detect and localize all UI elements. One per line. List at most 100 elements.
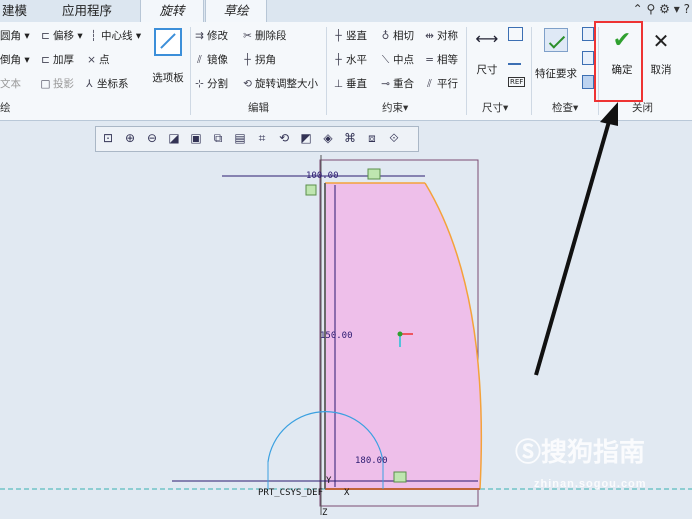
perimeter-button[interactable] [508, 27, 523, 44]
perpendicular-icon: ⊥ [333, 78, 344, 90]
mirror-button[interactable]: ⫽ 镜像 [194, 52, 228, 67]
chamfer-button[interactable]: 倒角 ▾ [0, 52, 30, 67]
divide-button[interactable]: ⊹ 分割 [194, 76, 228, 91]
mirror-icon: ⫽ [197, 54, 202, 66]
overlap-icon [582, 51, 594, 65]
horizontal-icon: ┼ [335, 54, 342, 66]
reference-dimension-button[interactable]: REF [508, 75, 526, 87]
offset-icon: ⊏ [41, 30, 50, 42]
saved-orientations-icon[interactable]: ⧉ [210, 130, 226, 146]
overlapping-geometry-button[interactable] [582, 51, 594, 68]
divide-icon: ⊹ [195, 78, 204, 90]
text-button[interactable]: 文本 [0, 76, 21, 91]
sketch-group-label: 绘 [0, 102, 11, 114]
palette-icon [154, 28, 182, 56]
sketch-view-icon[interactable]: ⧈ [364, 130, 380, 146]
sketcher-display-icon[interactable]: ⟐ [386, 130, 402, 146]
search-icon[interactable]: ⚲ [647, 2, 656, 16]
reference-icon: REF [508, 77, 526, 87]
tangent-constraint-button[interactable]: ♁ 相切 [380, 28, 414, 43]
centerline-button[interactable]: ┆ 中心线 ▾ [88, 28, 141, 43]
constrain-group-label: 约束▾ [382, 102, 409, 114]
graphics-toolbar: ⊡ ⊕ ⊖ ◪ ▣ ⧉ ▤ ⌗ ⟲ ◩ ◈ ⌘ ⧈ ⟐ [95, 126, 419, 152]
watermark-url: zhinan.sogou.com [534, 478, 647, 490]
display-style-icon[interactable]: ▣ [188, 130, 204, 146]
tab-revolve[interactable]: 旋转 [140, 0, 204, 23]
separator [326, 27, 327, 115]
modify-button[interactable]: ⇉ 修改 [194, 28, 228, 43]
parallel-constraint-button[interactable]: ⫽ 平行 [424, 76, 458, 91]
height-dimension-value[interactable]: 150.00 [320, 331, 353, 341]
axis-y-label: Y [326, 476, 332, 486]
cancel-button[interactable]: ✕ 取消 [644, 30, 678, 77]
tab-sketch[interactable]: 草绘 [205, 0, 267, 23]
fillet-button[interactable]: 圆角 ▾ [0, 28, 30, 43]
midpoint-icon: ⟍ [381, 54, 390, 66]
csys-icon: ⅄ [86, 78, 93, 90]
axis-display-icon[interactable]: ◈ [320, 130, 336, 146]
tangent-icon: ♁ [381, 30, 390, 42]
refit-icon[interactable]: ⊡ [100, 130, 116, 146]
coincident-icon: ⊸ [381, 78, 390, 90]
project-button[interactable]: □ 投影 [40, 76, 74, 91]
repaint-icon[interactable]: ◪ [166, 130, 182, 146]
chevron-down-icon: ▾ [74, 30, 83, 42]
collapse-ribbon-icon[interactable]: ⌃ [633, 2, 643, 16]
corner-button[interactable]: ┼ 拐角 [242, 52, 276, 67]
csys-label: PRT_CSYS_DEF [258, 488, 324, 498]
dimension-group-label: 尺寸▾ [482, 102, 509, 114]
palette-button[interactable]: 选项板 [150, 28, 186, 85]
datum-display-icon[interactable]: ⟲ [276, 130, 292, 146]
thicken-button[interactable]: ⊏ 加厚 [40, 52, 74, 67]
feature-requirements-button[interactable]: 特征要求 [533, 28, 579, 81]
midpoint-constraint-button[interactable]: ⟍ 中点 [380, 52, 414, 67]
offset-button[interactable]: ⊏ 偏移 ▾ [40, 28, 83, 43]
centerline-icon: ┆ [90, 30, 97, 42]
inspect-group-label: 检查▾ [552, 102, 579, 114]
coordinate-system-button[interactable]: ⅄ 坐标系 [84, 76, 128, 91]
horizontal-constraint-button[interactable]: ┼ 水平 [333, 52, 367, 67]
close-group-label: 关闭 [632, 102, 653, 114]
highlight-open-ends-button[interactable] [582, 27, 594, 44]
axis-x-label: X [344, 488, 350, 498]
symmetric-icon: ⇹ [425, 30, 434, 42]
dimension-button[interactable]: ⟷ 尺寸 [470, 30, 504, 77]
top-dimension-value[interactable]: 100.00 [306, 171, 339, 181]
vertical-constraint-button[interactable]: ┼ 竖直 [333, 28, 367, 43]
delete-segment-icon: ✂ [243, 30, 252, 42]
baseline-icon [508, 51, 521, 65]
watermark-brand: Ⓢ搜狗指南 [515, 437, 646, 467]
perimeter-icon [508, 27, 523, 41]
delete-segment-button[interactable]: ✂ 删除段 [242, 28, 286, 43]
point-icon: × [87, 54, 96, 66]
point-button[interactable]: × 点 [86, 52, 109, 67]
shade-closed-loops-button[interactable] [582, 75, 594, 92]
chevron-down-icon: ▾ [132, 30, 142, 42]
csys-display-icon[interactable]: ⌘ [342, 130, 358, 146]
sogou-logo-icon: Ⓢ [515, 437, 542, 467]
perpendicular-constraint-button[interactable]: ⊥ 垂直 [333, 76, 367, 91]
tab-model[interactable]: 建模 [2, 0, 27, 22]
plane-display-icon[interactable]: ◩ [298, 130, 314, 146]
symmetric-constraint-button[interactable]: ⇹ 对称 [424, 28, 458, 43]
view-manager-icon[interactable]: ▤ [232, 130, 248, 146]
settings-icon[interactable]: ⚙ [659, 2, 670, 16]
project-icon: □ [40, 78, 51, 90]
dropdown-icon[interactable]: ▾ [674, 2, 680, 16]
zoom-in-icon[interactable]: ⊕ [122, 130, 138, 146]
perspective-icon[interactable]: ⌗ [254, 130, 270, 146]
corner-icon: ┼ [244, 54, 251, 66]
tab-applications[interactable]: 应用程序 [62, 0, 112, 22]
separator [531, 27, 532, 115]
separator [466, 27, 467, 115]
window-controls: ⌃ ⚲ ⚙ ▾ ? [633, 2, 690, 16]
baseline-button[interactable] [508, 51, 521, 68]
vertical-icon: ┼ [335, 30, 342, 42]
bottom-dimension-value[interactable]: 180.00 [355, 456, 388, 466]
rotate-resize-button[interactable]: ⟲ 旋转调整大小 [242, 76, 318, 91]
zoom-out-icon[interactable]: ⊖ [144, 130, 160, 146]
coincident-constraint-button[interactable]: ⊸ 重合 [380, 76, 414, 91]
shade-loops-icon [582, 75, 594, 89]
equal-constraint-button[interactable]: ═ 相等 [424, 52, 458, 67]
help-icon[interactable]: ? [684, 2, 690, 16]
